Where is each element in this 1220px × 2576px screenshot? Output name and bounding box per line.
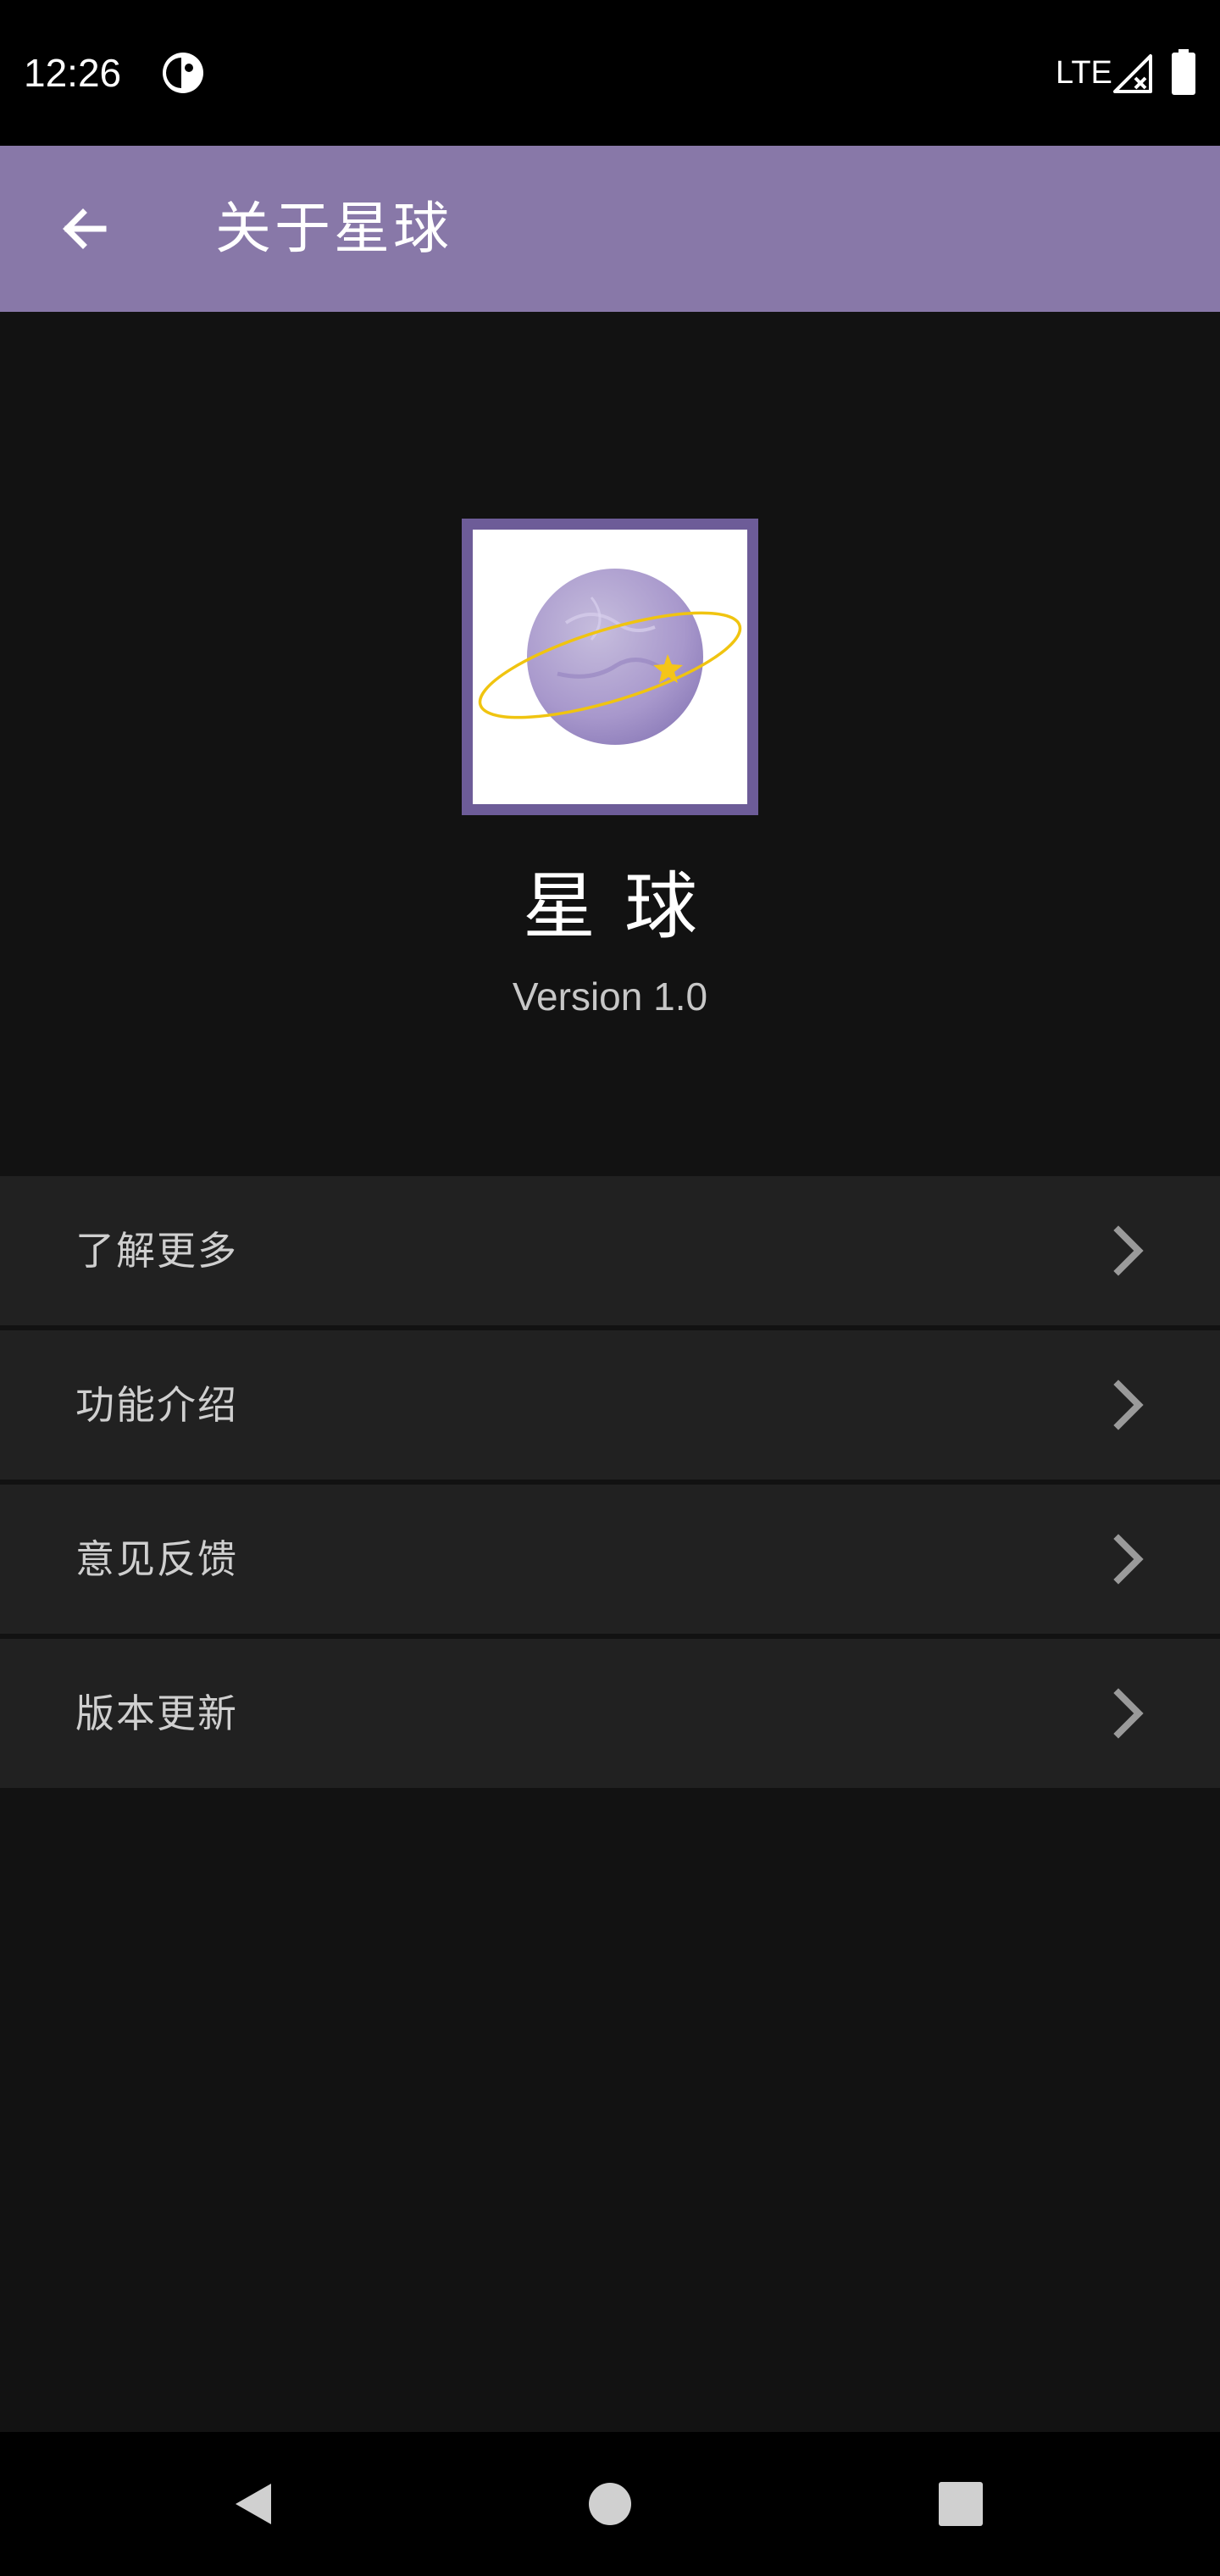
- chevron-right-icon: [1113, 1534, 1144, 1585]
- toolbar: 关于星球: [0, 146, 1220, 312]
- status-bar: 12:26 LTE: [0, 0, 1220, 146]
- chevron-right-icon: [1113, 1380, 1144, 1430]
- about-screen: 12:26 LTE 关于星球 星球 Version 1.0 了解更多 功能介绍 …: [0, 0, 1220, 2576]
- menu-item-features[interactable]: 功能介绍: [0, 1330, 1220, 1480]
- chevron-right-icon: [1113, 1225, 1144, 1276]
- menu-item-label: 意见反馈: [75, 1536, 238, 1582]
- chevron-right-icon: [1113, 1688, 1144, 1739]
- nav-home-button[interactable]: [568, 2462, 652, 2546]
- app-logo: [462, 519, 758, 815]
- page-title: 关于星球: [215, 196, 452, 261]
- menu-item-label: 功能介绍: [75, 1382, 238, 1428]
- app-version: Version 1.0: [512, 974, 708, 1019]
- app-notification-icon: [161, 51, 205, 95]
- signal-icon: [1112, 53, 1154, 95]
- app-name: 星球: [523, 864, 726, 949]
- nav-back-icon: [236, 2484, 271, 2524]
- nav-recents-icon: [939, 2482, 983, 2526]
- battery-icon: [1172, 49, 1195, 95]
- menu-item-label: 了解更多: [75, 1228, 238, 1274]
- settings-menu: 了解更多 功能介绍 意见反馈 版本更新: [0, 1176, 1220, 1788]
- menu-item-feedback[interactable]: 意见反馈: [0, 1485, 1220, 1634]
- nav-home-icon: [589, 2483, 631, 2525]
- nav-recents-button[interactable]: [918, 2462, 1003, 2546]
- back-button[interactable]: [36, 180, 134, 278]
- menu-item-learn-more[interactable]: 了解更多: [0, 1176, 1220, 1325]
- nav-back-button[interactable]: [212, 2462, 297, 2546]
- status-time: 12:26: [24, 51, 122, 95]
- planet-logo-icon: [478, 569, 742, 745]
- arrow-left-icon: [63, 208, 107, 249]
- system-nav-bar: [0, 2432, 1220, 2576]
- menu-item-version-update[interactable]: 版本更新: [0, 1639, 1220, 1788]
- menu-item-label: 版本更新: [75, 1690, 238, 1736]
- network-type-label: LTE: [1056, 55, 1112, 91]
